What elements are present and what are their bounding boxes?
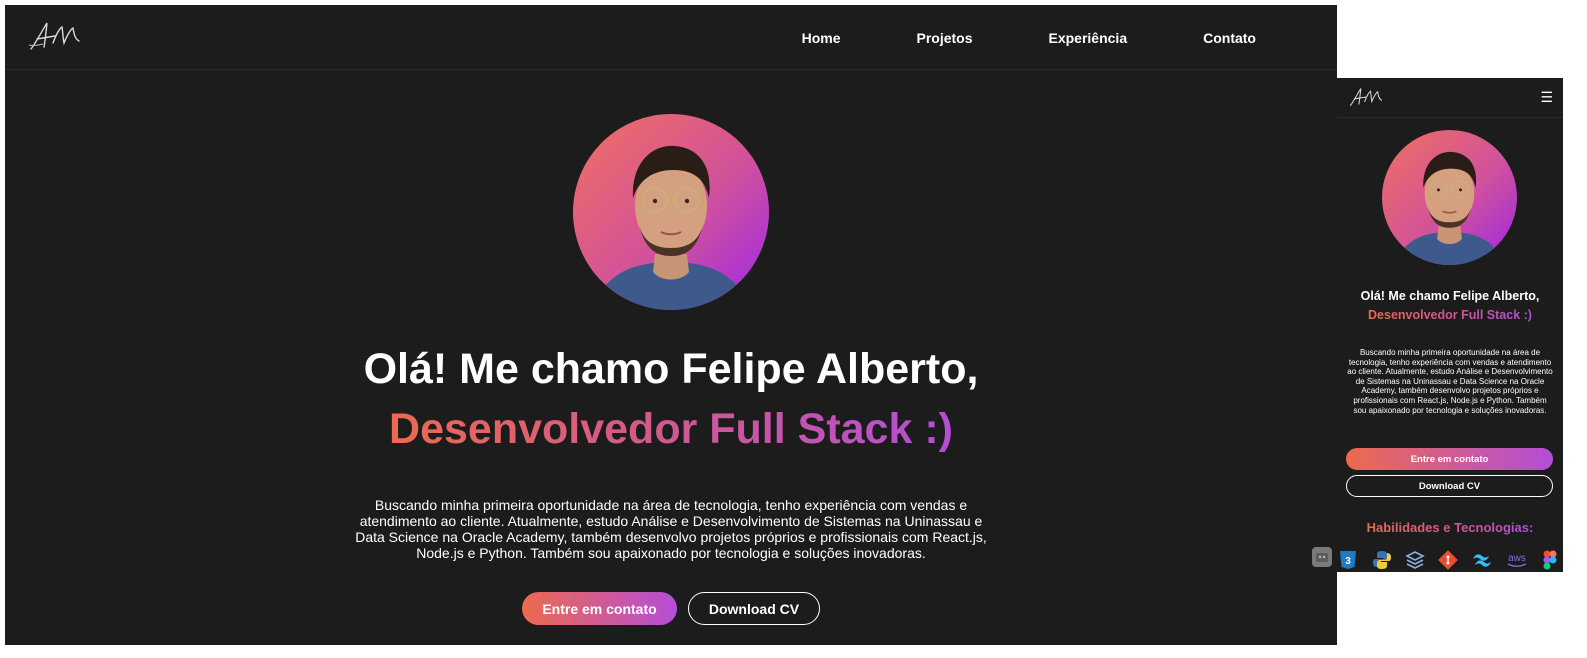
profile-avatar [573, 114, 769, 310]
signature-logo[interactable] [27, 19, 83, 58]
mobile-viewport: ☰ Olá! Me chamo Felipe Alberto, Desenvol… [1337, 78, 1563, 572]
download-cv-button[interactable]: Download CV [688, 592, 820, 625]
stack-icon [1405, 550, 1425, 570]
navbar: Home Projetos Experiência Contato [5, 5, 1337, 70]
mobile-hero-role-text: Desenvolvedor Full Stack :) [1368, 308, 1532, 322]
skills-title-text: Habilidades e Tecnologias: [1366, 520, 1534, 535]
mobile-navbar: ☰ [1337, 78, 1563, 118]
svg-text:aws: aws [1508, 553, 1526, 564]
floating-widget-icon[interactable] [1312, 547, 1332, 567]
hero-greeting: Olá! Me chamo Felipe Alberto, [363, 345, 979, 393]
mobile-profile-avatar [1382, 130, 1517, 265]
css3-icon: 3 [1339, 550, 1359, 570]
hero-role: Desenvolvedor Full Stack :) [5, 405, 1337, 454]
hero-about: Buscando minha primeira oportunidade na … [355, 497, 987, 561]
hamburger-menu-icon[interactable]: ☰ [1540, 89, 1553, 106]
nav-home[interactable]: Home [802, 30, 841, 46]
aws-icon: aws [1504, 550, 1530, 570]
python-icon [1372, 550, 1392, 570]
contact-button[interactable]: Entre em contato [522, 592, 677, 625]
nav-projetos[interactable]: Projetos [916, 30, 972, 46]
desktop-viewport: Home Projetos Experiência Contato Olá! M… [5, 5, 1337, 645]
mobile-hero-role: Desenvolvedor Full Stack :) [1337, 308, 1563, 322]
nav-experiencia[interactable]: Experiência [1049, 30, 1128, 46]
skills-icon-row: 3 aws [1339, 550, 1563, 572]
mobile-download-cv-button[interactable]: Download CV [1346, 475, 1553, 497]
hero-role-text: Desenvolvedor Full Stack :) [389, 405, 953, 453]
mobile-hero-about: Buscando minha primeira oportunidade na … [1347, 348, 1553, 415]
tailwind-icon [1471, 550, 1491, 570]
mobile-signature-logo[interactable] [1347, 86, 1385, 113]
mobile-hero-greeting: Olá! Me chamo Felipe Alberto, [1360, 289, 1540, 303]
figma-icon [1543, 550, 1563, 570]
nav-menu: Home Projetos Experiência Contato [726, 5, 1256, 70]
mobile-contact-button[interactable]: Entre em contato [1346, 448, 1553, 470]
skills-title: Habilidades e Tecnologias: [1337, 520, 1563, 535]
nav-contato[interactable]: Contato [1203, 30, 1256, 46]
git-icon [1438, 550, 1458, 570]
svg-text:3: 3 [1345, 556, 1351, 567]
